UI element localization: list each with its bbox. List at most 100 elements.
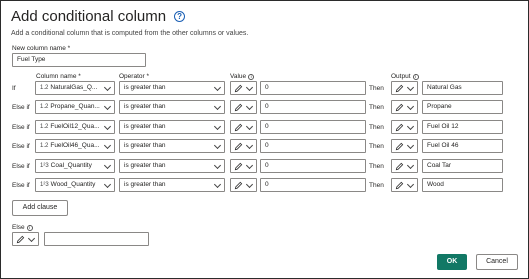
operator-dropdown[interactable]: is greater than [119,159,225,173]
cancel-button[interactable]: Cancel [476,254,518,270]
column-name-dropdown[interactable]: 1.2 NaturalGas_Q... [35,81,115,95]
else-type-dropdown[interactable] [12,232,39,246]
value-type-dropdown[interactable] [230,159,257,173]
dialog-title: Add conditional column [11,8,167,25]
column-name-dropdown[interactable]: 1²3 Coal_Quantity [35,159,115,173]
value-type-dropdown[interactable] [230,139,257,153]
operator-value: is greater than [124,103,166,110]
clause-prefix: Else if [12,124,30,131]
column-name-dropdown[interactable]: 1.2 Propane_Quan... [35,100,115,114]
column-name-dropdown[interactable]: 1²3 Wood_Quantity [35,178,115,192]
operator-dropdown[interactable]: is greater than [119,120,225,134]
output-input[interactable]: Wood [422,178,503,192]
chevron-down-icon [406,102,415,111]
value-input[interactable]: 0 [260,81,366,95]
operator-value: is greater than [124,123,166,130]
chevron-down-icon [406,161,415,170]
chevron-down-icon [245,102,254,111]
chevron-down-icon [213,122,222,131]
then-label: Then [369,104,384,111]
column-type-icon: 1.2 [40,124,49,130]
pencil-icon [395,123,404,132]
clause-prefix: If [12,85,16,92]
output-type-dropdown[interactable] [391,120,418,134]
chevron-down-icon [406,180,415,189]
column-name-dropdown[interactable]: 1.2 FuelOil46_Qua... [35,139,115,153]
output-type-dropdown[interactable] [391,178,418,192]
pencil-icon [16,235,25,244]
then-label: Then [369,85,384,92]
chevron-down-icon [213,141,222,150]
value-input[interactable]: 0 [260,139,366,153]
add-clause-button[interactable]: Add clause [12,200,68,216]
pencil-icon [234,181,243,190]
chevron-down-icon [103,141,112,150]
column-name-value: FuelOil46_Qua... [50,142,100,149]
output-input[interactable]: Fuel Oil 46 [422,139,503,153]
value-type-dropdown[interactable] [230,100,257,114]
output-header: Output i [391,73,419,80]
column-type-icon: 1²3 [40,163,49,169]
chevron-down-icon [27,234,36,243]
chevron-down-icon [245,180,254,189]
value-input[interactable]: 0 [260,120,366,134]
info-icon: i [248,74,255,80]
value-input[interactable]: 0 [260,100,366,114]
chevron-down-icon [245,83,254,92]
else-label: Else i [12,224,33,231]
value-input[interactable]: 0 [260,178,366,192]
info-icon: i [412,74,419,80]
new-column-name-label: New column name * [12,45,71,52]
then-label: Then [369,182,384,189]
chevron-down-icon [103,180,112,189]
pencil-icon [234,142,243,151]
dialog-subtitle: Add a conditional column that is compute… [11,30,249,37]
value-input[interactable]: 0 [260,159,366,173]
operator-dropdown[interactable]: is greater than [119,139,225,153]
chevron-down-icon [103,161,112,170]
pencil-icon [395,181,404,190]
column-name-value: Propane_Quan... [50,103,100,110]
chevron-down-icon [213,180,222,189]
value-type-dropdown[interactable] [230,81,257,95]
operator-dropdown[interactable]: is greater than [119,81,225,95]
column-type-icon: 1²3 [40,182,49,188]
chevron-down-icon [213,161,222,170]
output-type-dropdown[interactable] [391,81,418,95]
operator-value: is greater than [124,181,166,188]
output-type-dropdown[interactable] [391,100,418,114]
else-value-input[interactable] [44,232,149,246]
column-name-dropdown[interactable]: 1.2 FuelOil12_Qua... [35,120,115,134]
output-input[interactable]: Coal Tar [422,159,503,173]
then-label: Then [369,163,384,170]
output-input[interactable]: Fuel Oil 12 [422,120,503,134]
new-column-name-input[interactable]: Fuel Type [12,53,146,67]
chevron-down-icon [406,141,415,150]
pencil-icon [234,162,243,171]
help-icon[interactable]: ? [174,11,186,22]
chevron-down-icon [103,102,112,111]
value-type-dropdown[interactable] [230,120,257,134]
clause-prefix: Else if [12,163,30,170]
output-input[interactable]: Natural Gas [422,81,503,95]
operator-dropdown[interactable]: is greater than [119,178,225,192]
value-type-dropdown[interactable] [230,178,257,192]
pencil-icon [395,162,404,171]
column-name-value: NaturalGas_Q... [50,84,98,91]
column-type-icon: 1.2 [40,143,49,149]
pencil-icon [234,84,243,93]
output-type-dropdown[interactable] [391,139,418,153]
clause-prefix: Else if [12,104,30,111]
output-input[interactable]: Propane [422,100,503,114]
column-name-value: Wood_Quantity [50,181,96,188]
operator-header: Operator * [119,73,149,80]
info-icon: i [26,225,33,231]
clause-prefix: Else if [12,182,30,189]
operator-dropdown[interactable]: is greater than [119,100,225,114]
output-type-dropdown[interactable] [391,159,418,173]
column-type-icon: 1.2 [40,104,49,110]
title-row: Add conditional column ? [11,8,186,25]
clause-prefix: Else if [12,143,30,150]
ok-button[interactable]: OK [437,254,467,270]
chevron-down-icon [245,122,254,131]
